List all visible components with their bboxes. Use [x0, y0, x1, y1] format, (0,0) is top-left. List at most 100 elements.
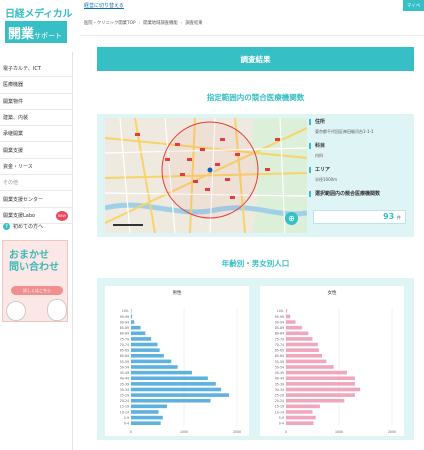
sidebar-item[interactable]: 開業支援Labo NEW — [0, 208, 73, 224]
sidebar-nav: 電子カルテ、ICT 医療機器開業物件建築、内装 承継開業 開業支援資金・リースその他開… — [0, 61, 73, 224]
population-bar — [286, 421, 314, 425]
sidebar-item[interactable]: 医療機器 — [0, 77, 73, 94]
department-heading: 科目 — [309, 142, 409, 150]
x-tick-label: 1000 — [335, 430, 343, 434]
age-tick-label: 10-14 — [275, 410, 284, 414]
banner-line1: おまかせ — [9, 250, 49, 261]
population-bar — [131, 410, 159, 414]
age-tick-label: 25-29 — [275, 394, 284, 398]
x-tick-label: 2000 — [233, 430, 241, 434]
population-bar — [131, 353, 164, 358]
brand-line2-main: 開業 — [8, 27, 35, 42]
department-value: 内科 — [315, 153, 323, 158]
population-bar — [286, 382, 355, 386]
male-population-chart: 100- 95-9990-94 85-89 80-8475-79 70-74 65-696… — [120, 308, 241, 434]
area-map[interactable]: ⊕ — [105, 118, 307, 233]
mypage-button[interactable]: マイペ — [403, 0, 424, 11]
population-bar — [286, 359, 327, 364]
population-bar — [286, 331, 309, 336]
age-tick-label: 50-54 — [275, 365, 284, 369]
sidebar-item[interactable]: その他 — [0, 175, 73, 192]
age-tick-label: 95-99 — [120, 315, 129, 319]
population-bar — [131, 337, 152, 341]
question-circle-icon: ? — [3, 223, 10, 230]
age-tick-label: 95-99 — [275, 315, 284, 319]
x-tick-label: 0 — [285, 430, 287, 434]
switch-to-management-link[interactable]: 経営に切り替える — [84, 2, 124, 9]
age-tick-label: 5-9 — [124, 416, 129, 420]
population-bar — [131, 393, 230, 397]
breadcrumb-item[interactable]: 医院・クリニック開業TOP — [84, 21, 136, 26]
dog-illustration — [47, 299, 67, 321]
population-panel: 男性 100- 95-99 90-94 85-89 80-84 75-79 70-74 65-… — [97, 278, 414, 440]
top-bar: 経営に切り替える マイペ — [73, 0, 424, 11]
first-time-label: 初めての方へ — [13, 224, 44, 230]
sidebar-item[interactable]: 承継開業 — [0, 126, 73, 143]
population-bar — [131, 309, 132, 313]
banner-title: おまかせ 問い合わせ — [9, 250, 59, 274]
competitor-panel: ⊕ 住所 東京都千代田区神田駿河台1-1-1 科目 内科 エリア 半径1000m… — [97, 114, 414, 237]
age-tick-label: 60-64 — [275, 354, 284, 358]
population-bar — [286, 415, 316, 420]
population-bar — [131, 382, 216, 386]
female-population-chart: 100- 95-9990-94 85-89 80-8475-79 70-74 65-696… — [275, 308, 396, 434]
age-tick-label: 10-14 — [120, 410, 129, 414]
first-time-link[interactable]: ? 初めての方へ — [3, 223, 43, 230]
sidebar-item[interactable]: 電子カルテ、ICT — [0, 61, 73, 78]
age-tick-label: 75-79 — [275, 337, 284, 341]
population-bar — [131, 365, 178, 369]
contact-banner[interactable]: おまかせ 問い合わせ 詳しくはこちら — [2, 240, 68, 322]
sidebar-item[interactable]: 開業支援センター — [0, 191, 73, 208]
age-tick-label: 0-4 — [279, 422, 284, 426]
banner-button[interactable]: 詳しくはこちら — [11, 286, 63, 295]
breadcrumb-separator: › — [138, 21, 141, 26]
population-bar — [286, 325, 302, 330]
sidebar-item[interactable]: 資金・リース — [0, 159, 73, 176]
result-header: 調査結果 — [97, 47, 414, 71]
age-tick-label: 80-84 — [275, 332, 284, 336]
population-bar — [286, 342, 318, 347]
population-bar — [131, 314, 133, 319]
age-tick-label: 70-74 — [120, 343, 129, 347]
age-tick-label: 75-79 — [120, 337, 129, 341]
x-tick-label: 1000 — [180, 430, 188, 434]
sidebar-item-label: 資金・リース — [3, 163, 33, 170]
population-bar — [286, 410, 313, 414]
female-chart-panel: 女性 100- 95-99 90-94 85-89 80-84 75-79 70-74 65-… — [260, 286, 404, 436]
breadcrumb-item[interactable]: 開業地域調査機能 — [143, 21, 177, 26]
sidebar-item-label: 開業物件 — [3, 98, 24, 105]
age-tick-label: 65-69 — [120, 349, 129, 353]
age-tick-label: 85-89 — [275, 326, 284, 330]
map-svg — [105, 118, 307, 233]
sidebar-item[interactable]: 建築、内装 — [0, 110, 73, 127]
doctor-illustration — [6, 301, 26, 321]
population-bar — [131, 359, 172, 364]
sidebar: 日経メディカル 開業サポート 電子カルテ、ICT 医療機器開業物件建築、内装 承継開… — [0, 0, 73, 450]
population-bar — [131, 421, 161, 425]
population-bar — [286, 376, 355, 381]
brand-logo[interactable]: 日経メディカル 開業サポート — [0, 0, 73, 52]
sidebar-item[interactable]: 開業物件 — [0, 94, 73, 110]
x-tick-label: 2000 — [388, 430, 396, 434]
count-value: 93 — [383, 212, 395, 221]
sidebar-item-label: 開業支援センター — [3, 196, 44, 203]
age-tick-label: 40-44 — [120, 377, 129, 381]
population-bar — [286, 320, 296, 324]
age-tick-label: 5-9 — [279, 416, 284, 420]
zoom-in-icon[interactable]: ⊕ — [285, 212, 298, 225]
age-tick-label: 30-34 — [275, 388, 284, 392]
search-info: 住所 東京都千代田区神田駿河台1-1-1 科目 内科 エリア 半径1000m 選… — [309, 118, 409, 233]
address-value: 東京都千代田区神田駿河台1-1-1 — [315, 129, 374, 134]
population-bar — [286, 404, 320, 409]
target-location-marker — [207, 167, 213, 173]
age-tick-label: 45-49 — [275, 371, 284, 375]
age-tick-label: 35-39 — [120, 382, 129, 386]
population-bar — [131, 398, 211, 403]
sidebar-item[interactable]: 開業支援 — [0, 142, 73, 159]
age-tick-label: 15-19 — [275, 405, 284, 409]
population-bar — [131, 320, 135, 324]
age-tick-label: 100- — [277, 309, 284, 313]
count-unit: 件 — [397, 215, 401, 220]
breadcrumb-separator: › — [180, 21, 183, 26]
age-tick-label: 20-24 — [275, 399, 284, 403]
